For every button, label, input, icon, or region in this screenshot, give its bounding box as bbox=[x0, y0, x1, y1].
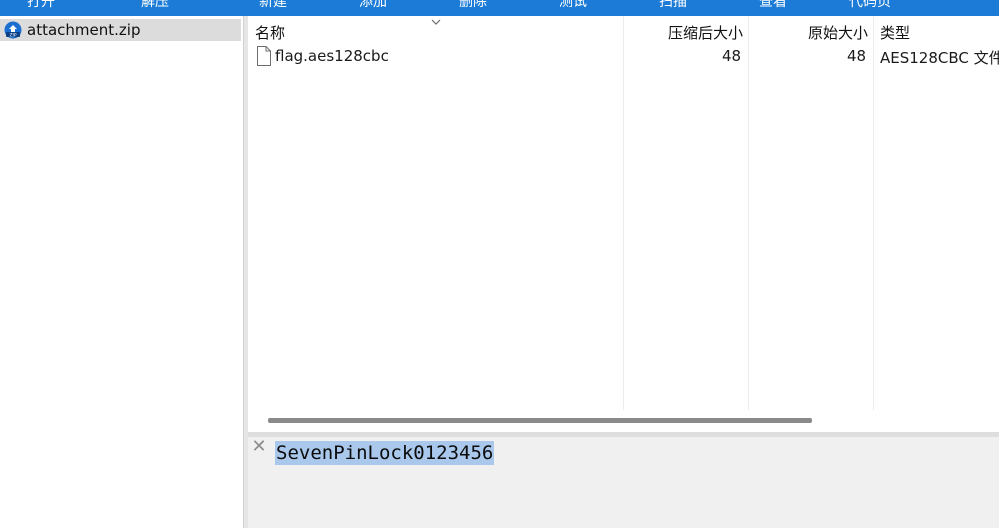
scan-button[interactable]: 扫描 bbox=[659, 0, 687, 11]
comment-panel: ✕ SevenPinLock0123456 bbox=[248, 437, 999, 528]
column-divider bbox=[748, 16, 749, 410]
horizontal-scrollbar[interactable] bbox=[248, 410, 999, 432]
file-name: flag.aes128cbc bbox=[275, 47, 389, 65]
file-icon bbox=[256, 46, 272, 66]
sort-chevron-down-icon[interactable] bbox=[430, 16, 442, 25]
folder-tree: ZIP attachment.zip bbox=[0, 16, 243, 528]
codepage-button[interactable]: 代码页 bbox=[849, 0, 891, 11]
test-button[interactable]: 测试 bbox=[559, 0, 587, 11]
column-header-compressed-size[interactable]: 压缩后大小 bbox=[668, 22, 743, 43]
svg-text:ZIP: ZIP bbox=[9, 32, 16, 38]
file-row[interactable]: flag.aes128cbc 48 48 AES128CBC 文件 bbox=[248, 45, 999, 67]
file-original-size: 48 bbox=[847, 47, 867, 65]
scrollbar-thumb[interactable] bbox=[268, 418, 812, 423]
column-header-name[interactable]: 名称 bbox=[255, 22, 285, 43]
toolbar: 打开 解压 新建 添加 删除 测试 扫描 查看 代码页 bbox=[0, 0, 999, 16]
delete-button[interactable]: 删除 bbox=[459, 0, 487, 11]
column-divider bbox=[623, 16, 624, 410]
zip-archive-icon: ZIP bbox=[4, 21, 22, 39]
tree-item-attachment-zip[interactable]: ZIP attachment.zip bbox=[0, 19, 241, 41]
open-button[interactable]: 打开 bbox=[27, 0, 55, 11]
add-button[interactable]: 添加 bbox=[359, 0, 387, 11]
file-type: AES128CBC 文件 bbox=[880, 49, 999, 67]
close-icon[interactable]: ✕ bbox=[251, 438, 267, 456]
new-button[interactable]: 新建 bbox=[259, 0, 287, 11]
column-header-original-size[interactable]: 原始大小 bbox=[808, 22, 868, 43]
column-divider bbox=[873, 16, 874, 410]
column-header-type[interactable]: 类型 bbox=[880, 22, 910, 43]
file-compressed-size: 48 bbox=[722, 47, 742, 65]
view-button[interactable]: 查看 bbox=[759, 0, 787, 11]
file-list: 名称 压缩后大小 原始大小 类型 flag.aes128cbc 48 48 AE… bbox=[248, 16, 999, 432]
archive-comment[interactable]: SevenPinLock0123456 bbox=[275, 441, 495, 465]
tree-item-label: attachment.zip bbox=[27, 21, 141, 39]
extract-button[interactable]: 解压 bbox=[141, 0, 169, 11]
